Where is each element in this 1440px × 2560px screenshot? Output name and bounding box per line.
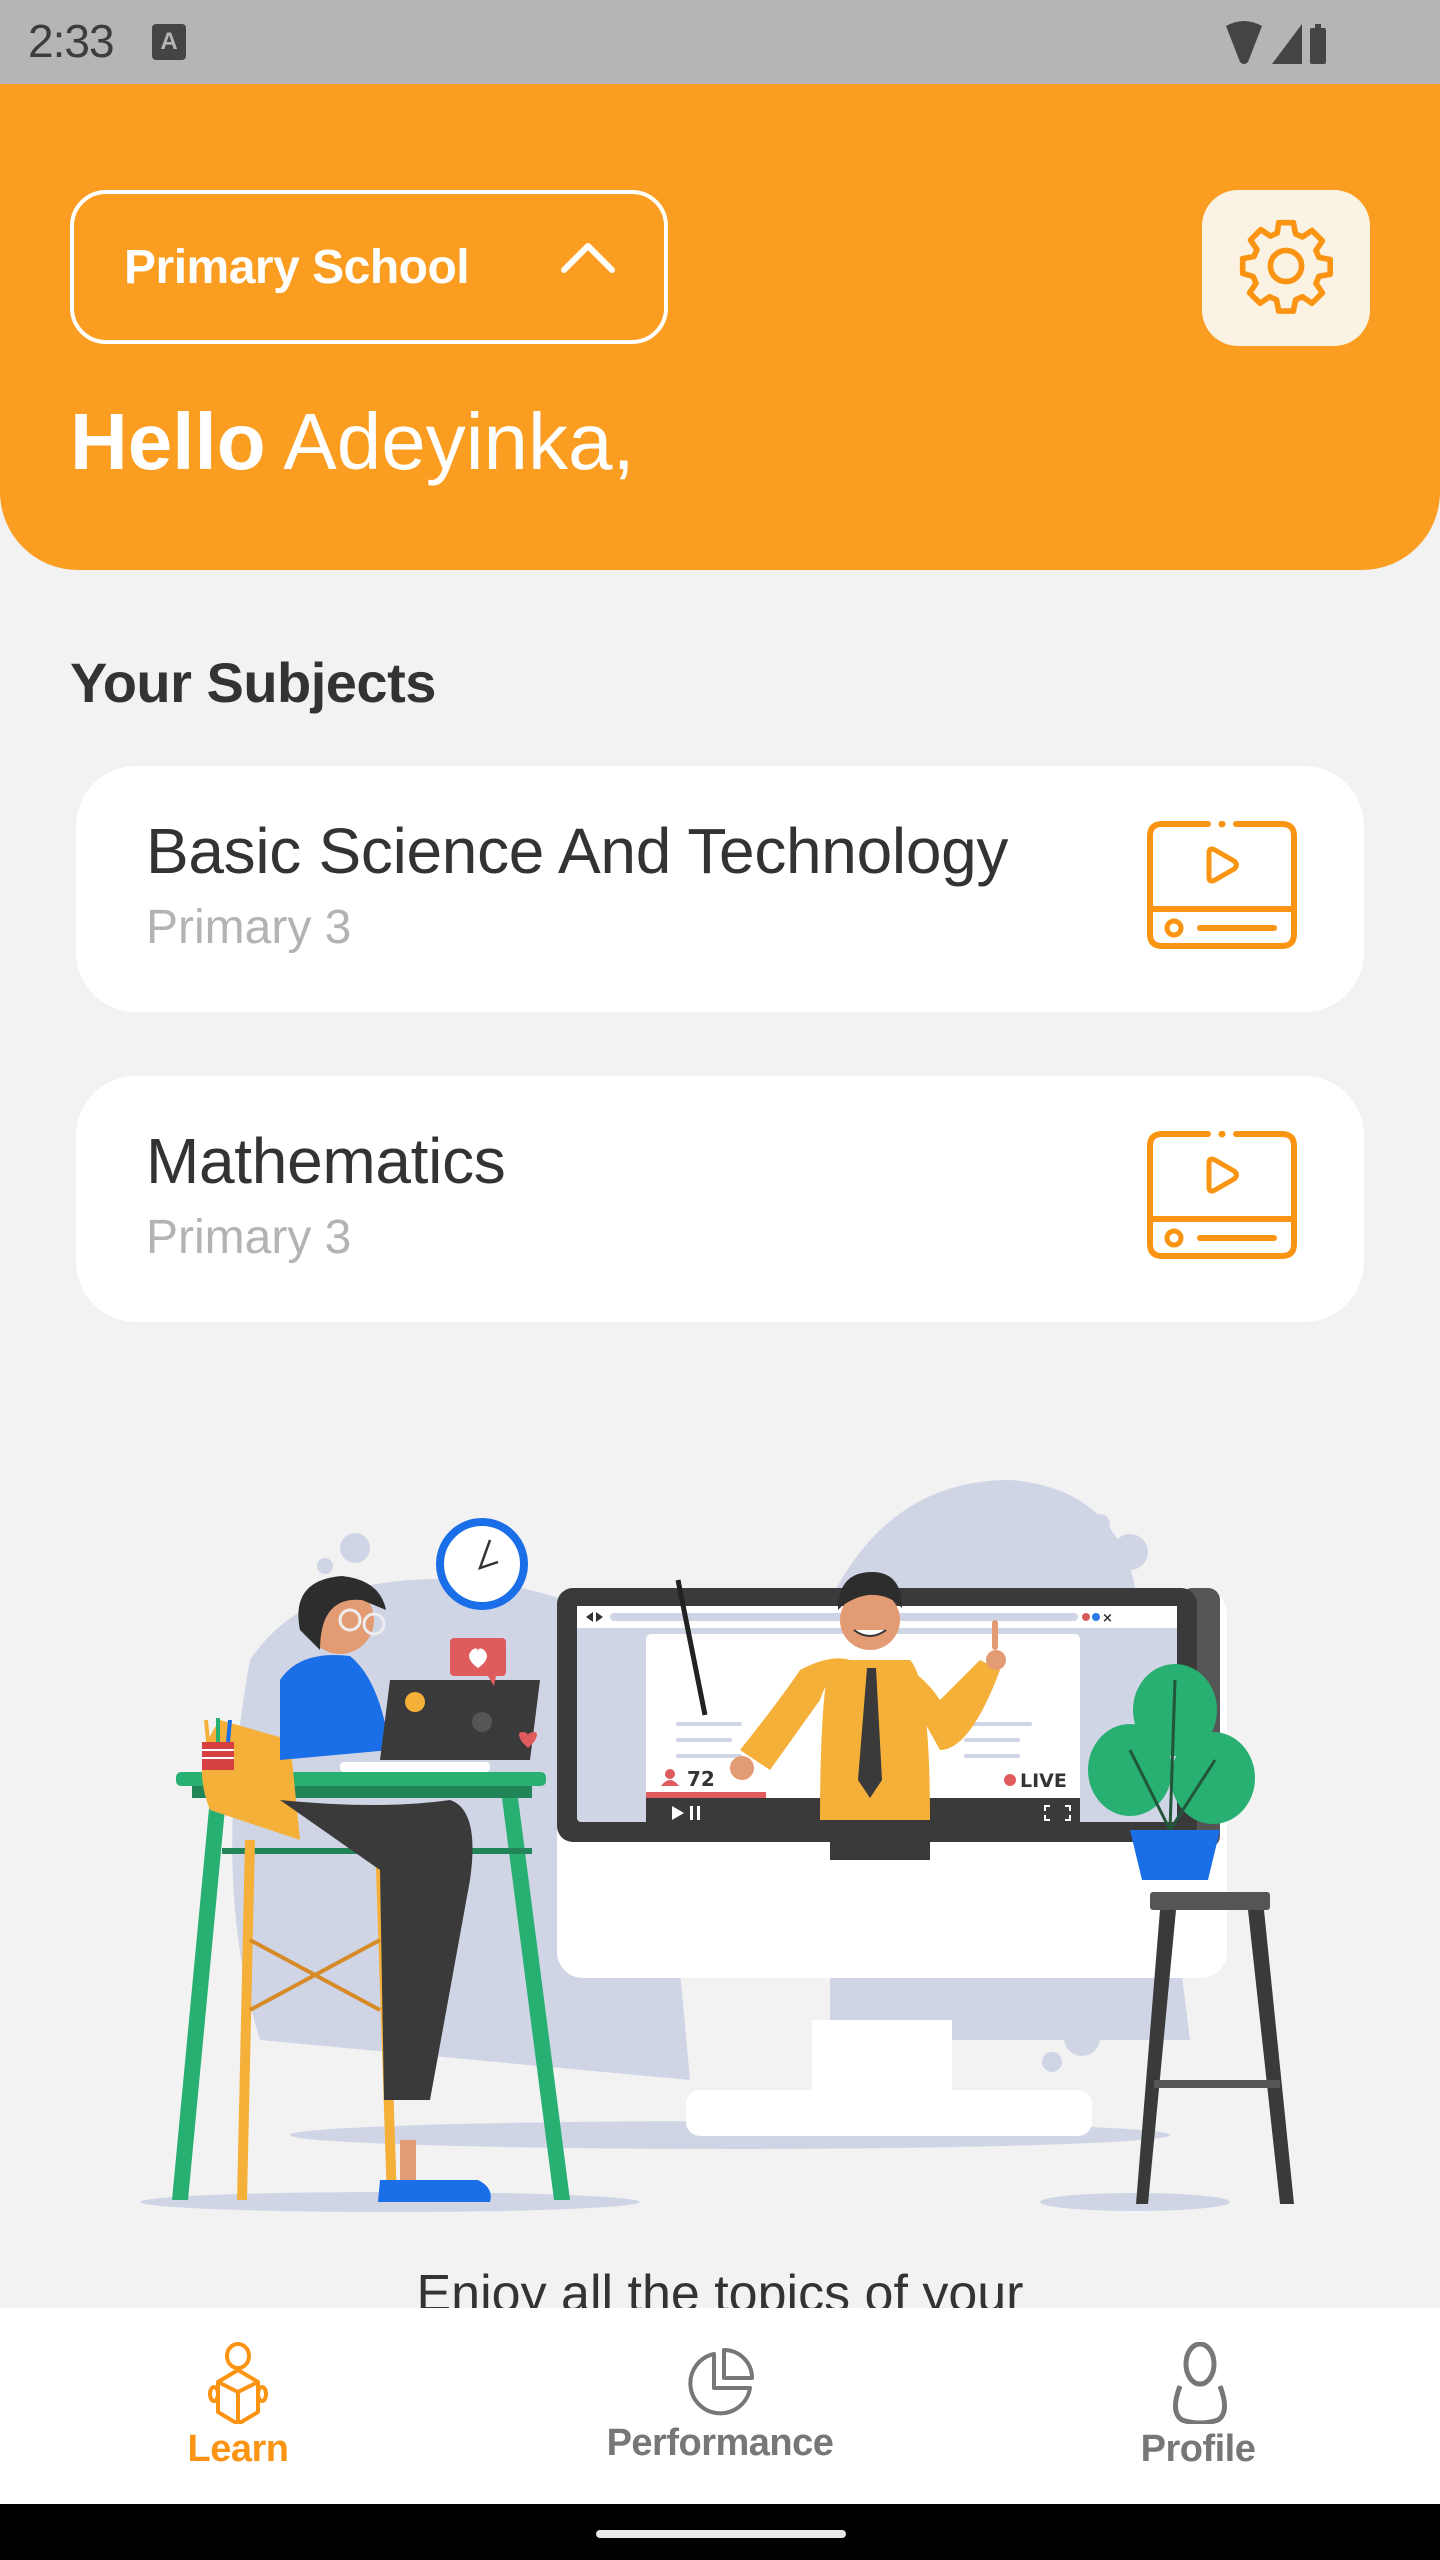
nav-performance[interactable]: Performance: [570, 2308, 870, 2504]
viewer-count-label: 72: [687, 1767, 715, 1791]
reading-person-icon: [202, 2342, 274, 2429]
pie-chart-icon: [684, 2348, 756, 2425]
signal-icon: [1272, 24, 1302, 64]
subjects-title: Your Subjects: [70, 651, 436, 714]
status-icons: [1224, 20, 1344, 71]
chevron-up-icon: [560, 240, 616, 279]
level-selector[interactable]: Primary School: [70, 190, 668, 344]
tagline: Enjoy all the topics of your: [416, 2265, 1024, 2308]
subject-card-basic-science[interactable]: Basic Science And Technology Primary 3: [76, 766, 1364, 1012]
nav-performance-label: Performance: [606, 2422, 834, 2464]
subject-level: Primary 3: [146, 901, 352, 954]
video-player-icon: [1146, 1130, 1298, 1264]
home-gesture-handle[interactable]: [596, 2530, 846, 2538]
gear-icon: [1234, 214, 1338, 323]
status-bar: 2:33 A: [0, 0, 1440, 84]
subject-level: Primary 3: [146, 1211, 352, 1264]
svg-text:×: ×: [1102, 1611, 1113, 1626]
status-time: 2:33: [28, 15, 115, 67]
wifi-icon: [1226, 21, 1262, 64]
clock-icon: [436, 1518, 528, 1610]
live-label: LIVE: [1020, 1770, 1067, 1792]
video-player-icon: [1146, 820, 1298, 954]
greeting-hello: Hello: [70, 397, 266, 486]
nav-profile[interactable]: Profile: [1048, 2308, 1348, 2504]
subject-name: Mathematics: [146, 1125, 506, 1197]
user-icon: [1166, 2341, 1234, 2429]
bottom-nav: Learn Performance Profile: [0, 2308, 1440, 2504]
settings-button[interactable]: [1202, 190, 1370, 346]
nav-learn-label: Learn: [187, 2428, 289, 2470]
battery-icon: [1310, 24, 1326, 64]
nav-profile-label: Profile: [1140, 2428, 1256, 2470]
subject-name: Basic Science And Technology: [146, 815, 1009, 887]
pencil-cup: [202, 1718, 234, 1770]
online-class-illustration: × 72 LIVE: [130, 1480, 1330, 2240]
header: Primary School Hello Adeyinka,: [0, 84, 1440, 570]
subject-card-mathematics[interactable]: Mathematics Primary 3: [76, 1076, 1364, 1322]
level-selector-value: Primary School: [124, 240, 470, 294]
a-badge-icon: A: [152, 24, 186, 60]
system-nav-bar: [0, 2504, 1440, 2560]
greeting-name: Adeyinka,: [283, 397, 635, 486]
nav-learn[interactable]: Learn: [88, 2308, 388, 2504]
greeting: Hello Adeyinka,: [70, 396, 635, 488]
